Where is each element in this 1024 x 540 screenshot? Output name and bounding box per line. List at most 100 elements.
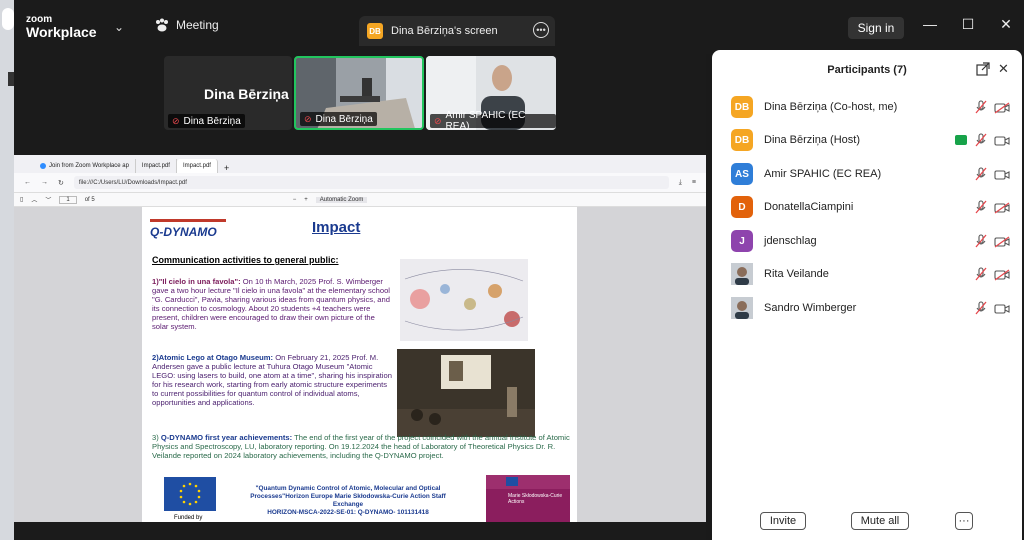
invite-button[interactable]: Invite — [760, 512, 806, 530]
page-up-icon[interactable]: ︿ — [31, 195, 37, 204]
avatar: J — [731, 230, 753, 252]
tile-name-tag: ⊘ Dina Bērziņa — [300, 112, 377, 126]
browser-tab[interactable]: Join from Zoom Workplace ap — [34, 159, 136, 173]
solar-system-drawing — [400, 259, 528, 341]
back-icon[interactable]: ← — [24, 179, 31, 186]
meeting-button[interactable]: Meeting — [154, 17, 219, 33]
zoom-select[interactable]: Automatic Zoom — [315, 196, 368, 203]
browser-tab-active[interactable]: Impact.pdf — [176, 159, 218, 173]
item-heading: 2)Atomic Lego at Otago Museum: — [152, 353, 274, 362]
downloads-icon[interactable]: ⤓ — [679, 179, 682, 187]
mic-muted-icon[interactable] — [974, 100, 988, 114]
eu-flag-logo — [164, 477, 216, 511]
participant-row[interactable]: Sandro Wimberger — [712, 293, 1022, 323]
mic-muted-icon[interactable] — [974, 200, 988, 214]
zoom-window: zoom Workplace ⌄ Meeting DB Dina Bērziņa… — [0, 0, 1024, 540]
children-drawing-image — [400, 259, 528, 341]
maximize-icon[interactable]: ☐ — [958, 16, 978, 33]
section-heading: Communication activities to general publ… — [152, 255, 339, 265]
avatar-photo — [731, 297, 753, 319]
participant-row[interactable]: Jjdenschlag — [712, 226, 1022, 256]
qdynamo-logo: Q-DYNAMO — [150, 219, 226, 239]
participant-name: Dina Bērziņa (Co-host, me) — [764, 101, 898, 113]
page-title: Impact — [312, 219, 361, 236]
browser-tab-label: Impact.pdf — [141, 163, 170, 169]
item-heading: Q-DYNAMO first year achievements: — [160, 433, 293, 442]
browser-tab-bar: Join from Zoom Workplace ap Impact.pdf I… — [14, 155, 706, 173]
address-bar[interactable]: file:///C:/Users/LU/Downloads/Impact.pdf — [73, 176, 669, 189]
participant-row[interactable]: DB Dina Bērziņa (Co-host, me) — [712, 92, 1022, 122]
video-off-icon[interactable] — [994, 201, 1010, 214]
browser-tab[interactable]: Impact.pdf — [136, 159, 177, 173]
more-options-icon[interactable]: ••• — [533, 22, 549, 38]
footer-line-1: "Quantum Dynamic Control of Atomic, Mole… — [250, 485, 446, 508]
desktop-edge-item — [2, 8, 14, 30]
sidebar-toggle-icon[interactable]: ▯ — [20, 196, 23, 203]
mic-muted-icon: ⊘ — [304, 113, 312, 124]
browser-tab-label: Impact.pdf — [182, 163, 211, 169]
video-tile-participant[interactable]: ⊘ Amir SPAHIC (EC REA) — [426, 56, 556, 130]
avatar-photo — [731, 263, 753, 285]
video-icon[interactable] — [994, 302, 1010, 314]
menu-icon[interactable]: ≡ — [692, 179, 696, 186]
page-number-input[interactable]: 1 — [59, 195, 77, 204]
mic-muted-icon: ⊘ — [172, 115, 180, 126]
mic-muted-icon: ⊘ — [434, 115, 442, 126]
forward-icon[interactable]: → — [41, 179, 48, 186]
video-icon[interactable] — [994, 134, 1010, 146]
minimize-icon[interactable]: — — [920, 16, 940, 32]
sign-in-button[interactable]: Sign in — [848, 17, 904, 39]
video-tile-active-speaker[interactable]: ⊘ Dina Bērziņa — [294, 56, 424, 130]
screen-share-tab[interactable]: DB Dina Bērziņa's screen ••• — [359, 16, 555, 46]
pdf-toolbar: ▯ ︿ ﹀ 1 of 5 − + Automatic Zoom — [14, 193, 706, 207]
participant-row[interactable]: DB Dina Bērziņa (Host) — [712, 125, 1022, 155]
participants-panel: Participants (7) ✕ DB Dina Bērziņa (Co-ho… — [712, 50, 1022, 540]
desktop-edge — [0, 0, 14, 540]
close-panel-icon[interactable]: ✕ — [998, 61, 1009, 77]
mute-all-button[interactable]: Mute all — [851, 512, 909, 530]
video-off-icon[interactable] — [994, 101, 1010, 114]
reload-icon[interactable]: ↻ — [58, 179, 64, 187]
participant-row[interactable]: Rita Veilande — [712, 259, 1022, 289]
paragraph-item-1: 1)"Il cielo in una favola": On 10 th Mar… — [152, 277, 392, 331]
tile-display-name: Dina Bērziņa — [204, 86, 289, 102]
avatar — [731, 263, 753, 285]
mic-muted-icon[interactable] — [974, 167, 988, 181]
zoom-out-icon[interactable]: − — [293, 197, 297, 203]
tile-name-label: Dina Bērziņa — [315, 113, 373, 125]
zoom-in-icon[interactable]: + — [304, 197, 308, 203]
mic-muted-icon[interactable] — [974, 267, 988, 281]
address-bar-url: file:///C:/Users/LU/Downloads/Impact.pdf — [78, 179, 187, 186]
mic-muted-icon[interactable] — [974, 133, 988, 147]
pop-out-icon[interactable] — [976, 62, 990, 76]
browser-tab-label: Join from Zoom Workplace ap — [49, 163, 129, 169]
title-bar: zoom Workplace ⌄ Meeting DB Dina Bērziņa… — [14, 0, 1024, 54]
item-body: On 10 th March, 2025 Prof. S. Wimberger … — [152, 277, 390, 331]
item-body: On February 21, 2025 Prof. M. Andersen g… — [152, 353, 392, 407]
participant-name: jdenschlag — [764, 235, 817, 247]
zoom-favicon-icon — [40, 163, 46, 169]
item-heading: 1)"Il cielo in una favola": — [152, 277, 241, 286]
close-window-icon[interactable]: ✕ — [996, 16, 1016, 33]
video-off-icon[interactable] — [994, 268, 1010, 281]
avatar: AS — [731, 163, 753, 185]
video-off-icon[interactable] — [994, 235, 1010, 248]
chevron-down-icon[interactable]: ⌄ — [114, 20, 124, 34]
mic-muted-icon[interactable] — [974, 234, 988, 248]
logo-line-workplace: Workplace — [26, 24, 97, 40]
mic-muted-icon[interactable] — [974, 301, 988, 315]
more-button[interactable]: ··· — [955, 512, 973, 530]
item-prefix: 3) — [152, 433, 161, 442]
meeting-label: Meeting — [176, 18, 219, 32]
avatar — [731, 297, 753, 319]
msca-label: Marie Skłodowska-Curie Actions — [508, 493, 563, 505]
new-tab-button[interactable]: + — [218, 163, 235, 173]
meeting-bottom-bar — [14, 522, 706, 540]
participant-row[interactable]: AS Amir SPAHIC (EC REA) — [712, 159, 1022, 189]
video-tile-name-only[interactable]: Dina Bērziņa ⊘ Dina Bērziņa — [164, 56, 292, 130]
page-down-icon[interactable]: ﹀ — [45, 195, 51, 204]
participant-row[interactable]: D DonatellaCiampini — [712, 192, 1022, 222]
video-icon[interactable] — [994, 168, 1010, 180]
participant-name: Dina Bērziņa (Host) — [764, 134, 860, 146]
tile-name-tag: ⊘ Dina Bērziņa — [168, 114, 245, 128]
